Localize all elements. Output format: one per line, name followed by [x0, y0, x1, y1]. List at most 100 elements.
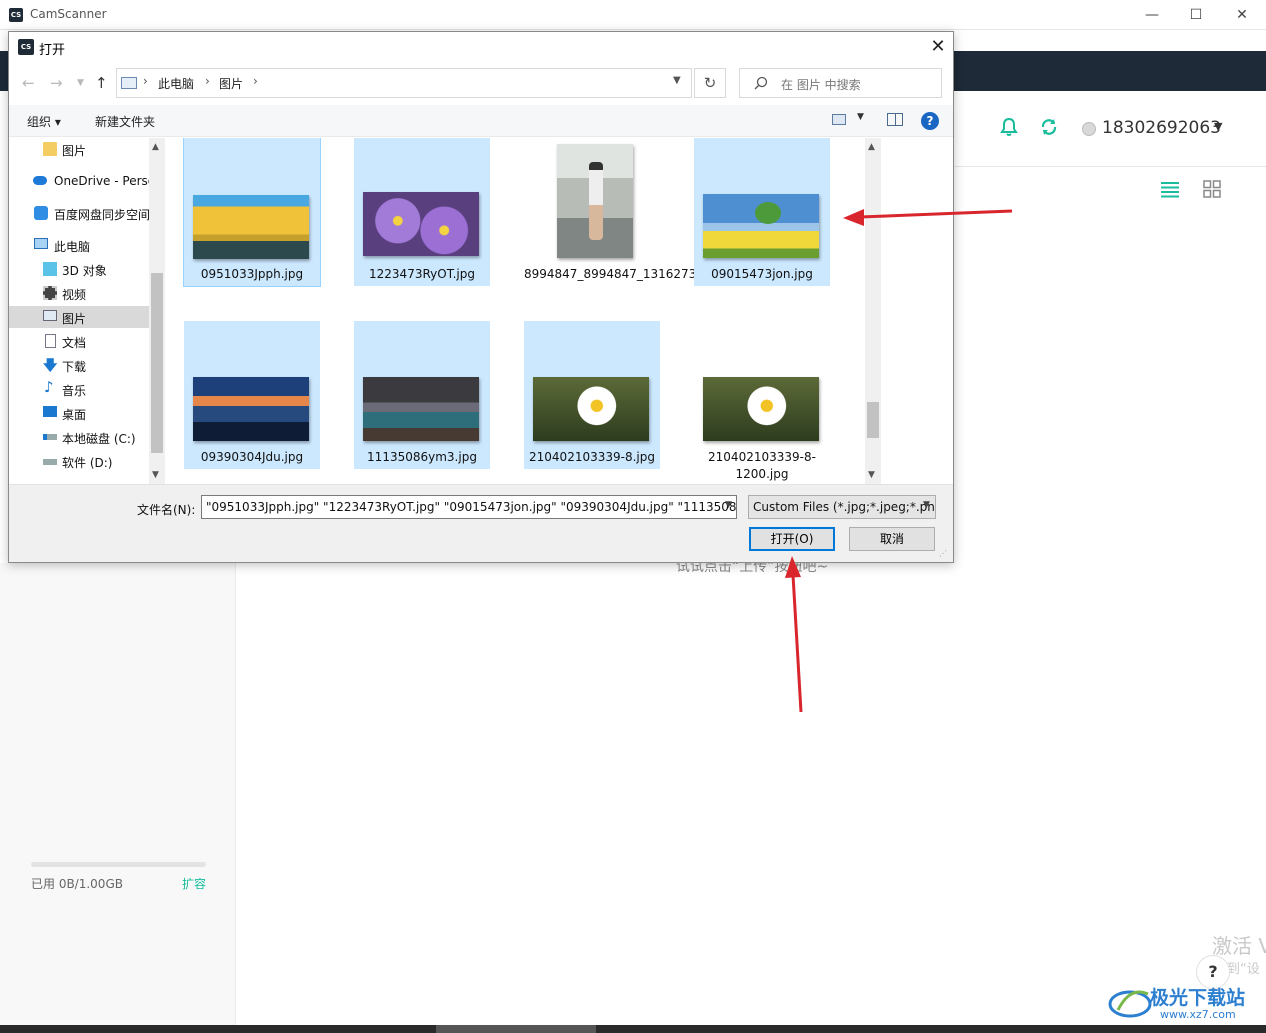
dialog-close-button[interactable]: ✕	[925, 35, 951, 59]
file-type-select[interactable]: Custom Files (*.jpg;*.jpeg;*.png)	[748, 495, 936, 519]
resize-grip-icon[interactable]: ⋰	[939, 549, 947, 558]
nav-item-downloads[interactable]: 🡇 下载	[9, 354, 149, 376]
dialog-footer: 文件名(N): "0951033Jpph.jpg" "1223473RyOT.j…	[9, 484, 953, 562]
computer-icon	[121, 77, 137, 89]
nav-item-desktop[interactable]: 桌面	[9, 402, 149, 424]
nav-item-videos[interactable]: 视频	[9, 282, 149, 304]
activate-windows-watermark: 激活 V	[1212, 934, 1266, 958]
bell-icon[interactable]	[998, 116, 1020, 138]
chevron-down-icon[interactable]: ▼	[857, 112, 864, 122]
nav-item-software-d[interactable]: 软件 (D:)	[9, 450, 149, 472]
app-titlebar: CS CamScanner — ☐ ✕	[0, 0, 1266, 30]
image-thumbnail	[193, 377, 309, 441]
image-thumbnail	[363, 377, 479, 441]
search-placeholder: 在 图片 中搜索	[781, 78, 861, 92]
file-item[interactable]: 09390304Jdu.jpg	[184, 321, 320, 469]
drive-icon	[43, 459, 57, 465]
film-icon	[43, 286, 57, 300]
download-icon: 🡇	[43, 358, 58, 374]
nav-item-baidu-netdisk[interactable]: 百度网盘同步空间	[9, 202, 149, 224]
dialog-titlebar: CS 打开 ✕	[9, 32, 953, 62]
navigation-pane: 图片 OneDrive - Personal 百度网盘同步空间 此电脑 3D 对…	[9, 138, 165, 484]
back-arrow-icon[interactable]: ←	[22, 74, 35, 92]
taskbar-item[interactable]	[436, 1025, 596, 1033]
document-icon	[45, 334, 56, 348]
scroll-down-icon[interactable]: ▼	[868, 470, 875, 480]
open-file-dialog: CS 打开 ✕ ← → ▼ ↑ › 此电脑 › 图片 › ▼ ↻ 在 图片 中搜…	[8, 31, 954, 563]
nav-item-pictures-quick[interactable]: 图片	[9, 138, 149, 160]
nav-item-pictures[interactable]: 图片	[9, 306, 149, 328]
new-folder-button[interactable]: 新建文件夹	[95, 113, 155, 130]
divider	[954, 166, 1266, 167]
search-icon	[754, 76, 768, 90]
file-item[interactable]: 09015473jon.jpg	[694, 138, 830, 286]
address-bar[interactable]: › 此电脑 › 图片 › ▼	[116, 68, 692, 98]
nav-item-onedrive[interactable]: OneDrive - Personal	[9, 170, 149, 192]
storage-usage-text: 已用 0B/1.00GB	[31, 877, 123, 891]
breadcrumb-separator-icon[interactable]: ›	[143, 74, 148, 88]
grid-view-icon[interactable]	[1203, 180, 1221, 198]
file-item[interactable]: 11135086ym3.jpg	[354, 321, 490, 469]
expand-storage-link[interactable]: 扩容	[182, 875, 206, 892]
file-item[interactable]: 8994847_8994847_1316273495879_mthumb.jpg	[524, 138, 821, 318]
file-item[interactable]: 210402103339-8-1200.jpg	[694, 321, 830, 483]
navigation-scrollbar-thumb[interactable]	[151, 273, 163, 453]
scroll-down-icon[interactable]: ▼	[152, 470, 159, 480]
maximize-button[interactable]: ☐	[1182, 4, 1210, 26]
breadcrumb-separator-icon[interactable]: ›	[253, 74, 258, 88]
computer-icon	[34, 238, 48, 249]
file-item[interactable]: 0951033Jpph.jpg	[183, 138, 321, 287]
chevron-down-icon[interactable]: ▼	[1214, 120, 1222, 133]
nav-item-music[interactable]: ♪ 音乐	[9, 378, 149, 400]
nav-item-local-disk-c[interactable]: 本地磁盘 (C:)	[9, 426, 149, 448]
scroll-up-icon[interactable]: ▲	[152, 142, 159, 152]
pictures-icon	[43, 310, 57, 321]
baidu-netdisk-icon	[34, 206, 48, 220]
annotation-arrow-open	[791, 574, 803, 713]
preview-pane-icon[interactable]	[887, 113, 903, 126]
breadcrumb-pictures[interactable]: 图片	[219, 75, 243, 92]
close-button[interactable]: ✕	[1228, 4, 1256, 26]
organize-button[interactable]: 组织 ▾	[27, 113, 61, 130]
taskbar	[0, 1025, 1266, 1033]
up-arrow-icon[interactable]: ↑	[95, 74, 108, 92]
open-button[interactable]: 打开(O)	[749, 527, 835, 551]
recent-locations-chevron-icon[interactable]: ▼	[77, 78, 84, 88]
filename-input[interactable]: "0951033Jpph.jpg" "1223473RyOT.jpg" "090…	[201, 495, 737, 519]
refresh-button[interactable]: ↻	[694, 68, 726, 98]
nav-item-documents[interactable]: 文档	[9, 330, 149, 352]
filename-label: 文件名(N):	[137, 503, 196, 517]
music-icon: ♪	[44, 378, 54, 396]
site-logo-url: www.xz7.com	[1160, 1008, 1236, 1021]
image-thumbnail	[703, 377, 819, 441]
file-list-scrollbar-thumb[interactable]	[867, 402, 879, 438]
list-view-icon[interactable]	[1160, 180, 1180, 198]
change-view-icon[interactable]	[832, 114, 846, 125]
breadcrumb-separator-icon[interactable]: ›	[205, 74, 210, 88]
image-thumbnail	[533, 377, 649, 441]
file-item[interactable]: 1223473RyOT.jpg	[354, 138, 490, 286]
camscanner-logo-icon: CS	[18, 39, 34, 55]
user-account[interactable]: 18302692063	[1102, 118, 1221, 138]
help-icon[interactable]: ?	[921, 112, 939, 130]
minimize-button[interactable]: —	[1138, 4, 1166, 26]
breadcrumb-this-pc[interactable]: 此电脑	[158, 75, 194, 92]
image-thumbnail	[703, 194, 819, 258]
scroll-up-icon[interactable]: ▲	[868, 142, 875, 152]
chevron-down-icon[interactable]: ▼	[673, 75, 681, 86]
drive-icon	[43, 434, 57, 440]
cancel-button[interactable]: 取消	[849, 527, 935, 551]
sync-icon[interactable]	[1038, 116, 1060, 138]
cube-icon	[43, 262, 57, 276]
image-thumbnail	[193, 195, 309, 259]
nav-item-3d-objects[interactable]: 3D 对象	[9, 258, 149, 280]
forward-arrow-icon[interactable]: →	[50, 74, 63, 92]
app-sidebar	[0, 563, 236, 1025]
chevron-down-icon[interactable]: ▼	[725, 500, 732, 510]
file-item[interactable]: 210402103339-8.jpg	[524, 321, 660, 469]
chevron-down-icon[interactable]: ▼	[923, 500, 930, 510]
search-input[interactable]: 在 图片 中搜索	[739, 68, 942, 98]
image-thumbnail	[557, 144, 633, 258]
avatar[interactable]	[1082, 122, 1096, 136]
nav-item-this-pc[interactable]: 此电脑	[9, 234, 149, 256]
